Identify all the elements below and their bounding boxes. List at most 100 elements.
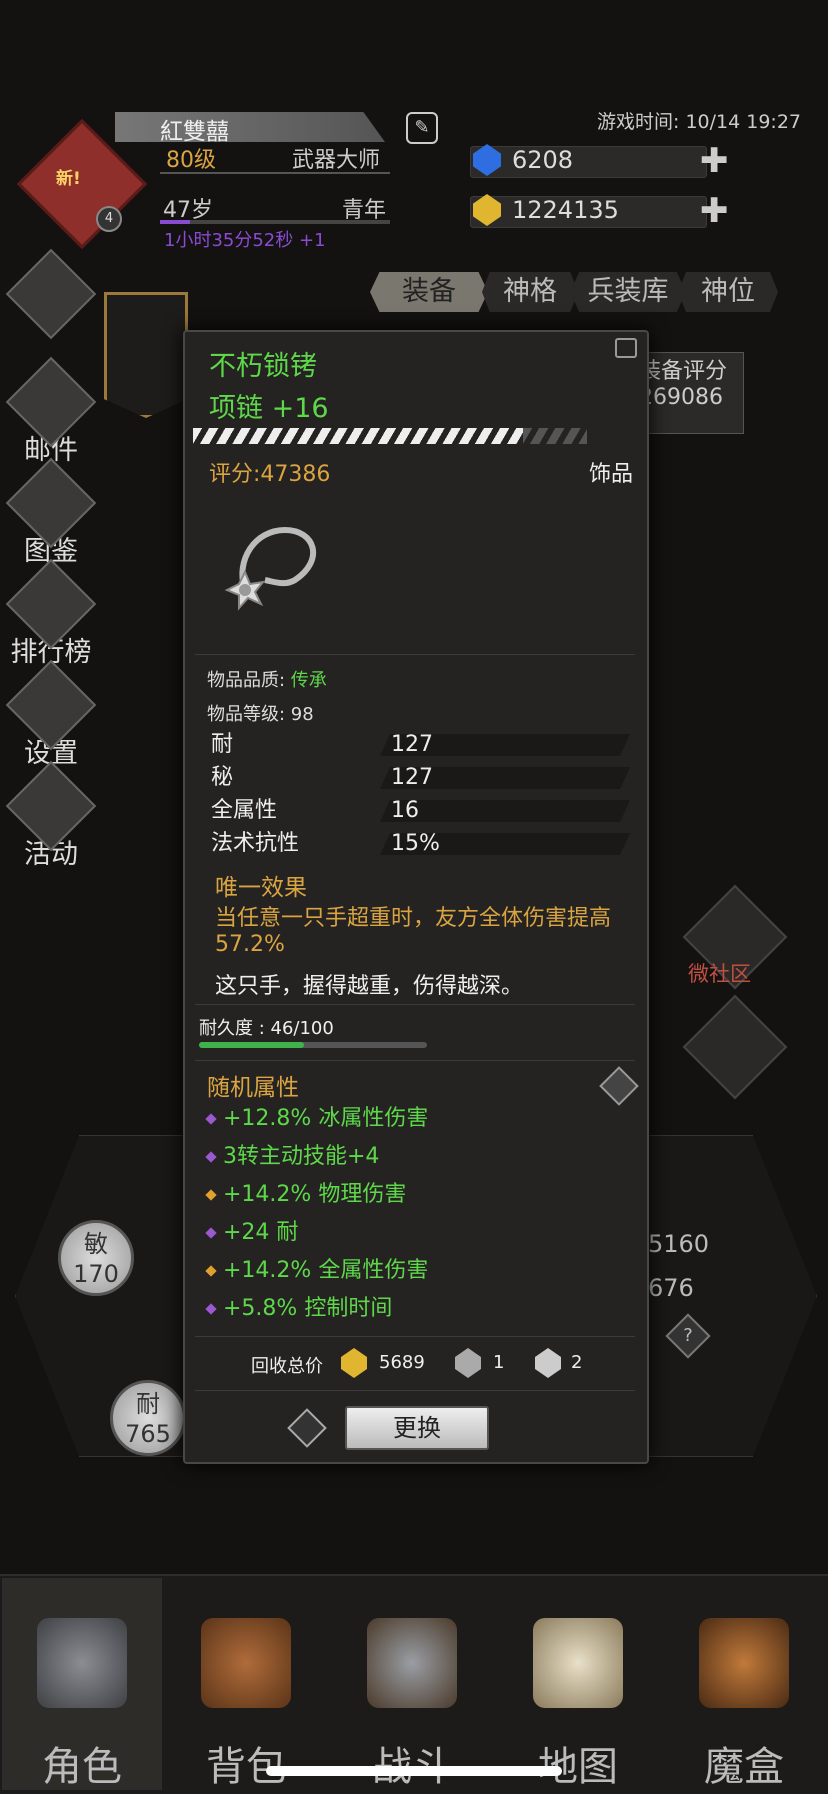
gem-bar [470,146,707,178]
nav-map[interactable]: 地图 [498,1578,658,1790]
attribute-value: 127 [391,732,433,757]
sidebar-item-codex[interactable]: 图鉴 [5,457,97,568]
tab-god-seat[interactable]: 神位 [678,272,778,312]
add-gold-button[interactable]: ✚ [700,194,729,228]
attribute-row: 耐 127 [205,730,637,760]
item-score: 评分:47386 [209,462,331,487]
emblem-icon[interactable] [682,994,788,1100]
item-level: 物品等级: 98 [207,704,314,725]
sidebar-item-events[interactable]: 活动 [5,760,97,871]
sidebar-item-ranking[interactable]: 排行榜 [5,558,97,669]
random-attr-text: +14.2% 物理伤害 [223,1182,407,1207]
divider [195,1060,635,1061]
sidebar-item-diamond[interactable] [5,248,97,340]
attribute-name: 耐 [211,732,234,757]
attribute-name: 秘 [211,765,234,790]
name-plate [115,112,385,142]
random-attr: +14.2% 全属性伤害 [205,1252,429,1284]
recycle-gold: 5689 [379,1352,425,1373]
sidebar-item-mail[interactable]: 邮件 [5,356,97,467]
attribute-row: 法术抗性 15% [205,829,637,859]
random-attr: +5.8% 控制时间 [205,1290,392,1322]
item-category: 饰品 [588,462,633,487]
stamina-stat: 耐 765 [110,1380,186,1456]
info-icon[interactable] [599,1066,639,1106]
attribute-value: 15% [391,831,440,856]
unique-effect-title: 唯一效果 [215,875,307,901]
lock-icon[interactable] [615,338,637,358]
age-timer: 1小时35分52秒 +1 [164,230,326,251]
magic-box-icon [699,1618,789,1708]
random-attr-title: 随机属性 [207,1075,299,1101]
attribute-value: 127 [391,765,433,790]
attribute-name: 法术抗性 [211,831,300,856]
attribute-name: 全属性 [211,798,278,823]
tab-armory[interactable]: 兵装库 [570,272,686,312]
random-attr-text: +24 耐 [223,1220,299,1245]
random-attr: +24 耐 [205,1214,299,1246]
nav-battle[interactable]: 战斗 [332,1578,492,1790]
recycle-material-b: 2 [571,1352,583,1373]
random-attr-text: +14.2% 全属性伤害 [223,1258,429,1283]
avatar-level-badge: 4 [96,206,122,232]
character-name: 紅雙囍 [160,119,229,145]
gold-count: 1224135 [512,196,619,224]
backpack-icon [201,1618,291,1708]
helmet-icon [37,1618,127,1708]
character-level: 80级 [166,148,216,173]
attribute-value: 16 [391,798,419,823]
edit-icon[interactable]: ✎ [406,112,438,144]
random-attr: +12.8% 冰属性伤害 [205,1100,429,1132]
enhance-progress [193,428,523,444]
share-icon[interactable] [287,1408,327,1448]
tab-divinity[interactable]: 神格 [482,272,578,312]
new-badge: 新! [56,169,81,189]
sidebar-item-settings[interactable]: 设置 [5,659,97,770]
random-attr-text: +12.8% 冰属性伤害 [223,1106,429,1131]
durability-bar [199,1042,427,1048]
item-quality: 物品品质: 传承 [207,666,327,692]
nav-magic-box[interactable]: 魔盒 [664,1578,824,1790]
unique-effect-desc: 当任意一只手超重时，友方全体伤害提高 57.2% [215,906,612,957]
community-label[interactable]: 微社区 [688,958,751,988]
divider [195,654,635,655]
random-attr-text: 3转主动技能+4 [223,1144,380,1169]
quality-label: 物品品质: [207,670,291,691]
agility-value: 170 [73,1260,119,1288]
add-gems-button[interactable]: ✚ [700,144,729,178]
game-time: 游戏时间: 10/14 19:27 [597,111,801,133]
attribute-row: 全属性 16 [205,796,637,826]
stat-value: 676 [648,1274,694,1302]
gold-gem-icon [341,1348,367,1378]
nav-label: 地图 [538,1744,618,1790]
divider [160,172,390,174]
home-indicator[interactable] [266,1766,562,1776]
random-attr: 3转主动技能+4 [205,1138,380,1170]
scroll-map-icon [533,1618,623,1708]
nav-label: 战斗 [332,1734,492,1792]
equipment-score: 装备评分 269086 [638,352,744,434]
recycle-material-a: 1 [493,1352,505,1373]
character-class: 武器大师 [292,148,381,173]
material-icon [455,1348,481,1378]
replace-button[interactable]: 更换 [345,1406,489,1450]
item-type: 项链 +16 [209,393,329,424]
divider [195,1336,635,1337]
gem-count: 6208 [512,146,574,174]
agility-stat: 敏 170 [58,1220,134,1296]
diamond-icon [5,248,97,340]
sword-shield-icon [367,1618,457,1708]
nav-label: 角色 [42,1744,122,1790]
stamina-value: 765 [125,1420,171,1448]
equipment-score-value: 269086 [639,385,723,410]
attribute-row: 秘 127 [205,763,637,793]
recycle-label: 回收总价 [251,1356,323,1377]
item-detail-popup: 不朽锁铐 项链 +16 评分:47386 饰品 物品品质: 传承 物品等级: 9… [183,330,649,1464]
nav-backpack[interactable]: 背包 [166,1578,326,1790]
agility-label: 敏 [84,1230,108,1258]
tab-equipment[interactable]: 装备 [370,272,488,312]
enhance-progress-empty [523,428,587,444]
shard-icon [535,1348,561,1378]
random-attr: +14.2% 物理伤害 [205,1176,407,1208]
nav-character[interactable]: 角色 [2,1578,162,1790]
